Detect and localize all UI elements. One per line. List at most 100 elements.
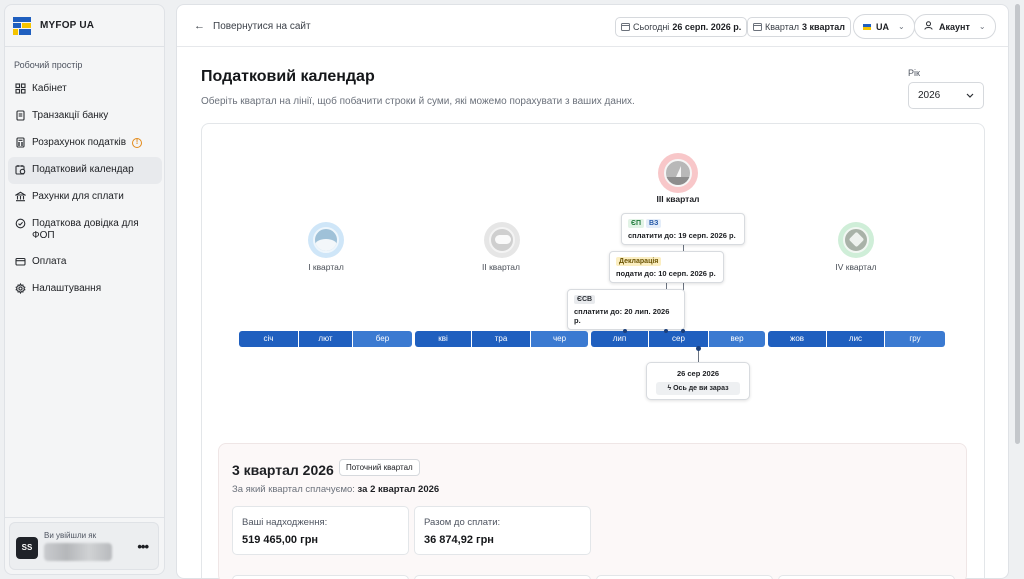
winter-icon	[313, 227, 339, 253]
quarter-3-marker[interactable]	[658, 153, 698, 193]
calendar-icon	[621, 22, 630, 33]
quarter-2-marker[interactable]	[484, 222, 520, 258]
month-may: тра	[472, 331, 530, 347]
autumn-leaf-icon	[843, 227, 869, 253]
income-card: Ваші надходження: 519 465,00 грн	[232, 506, 409, 555]
today-chip: Сьогодні 26 серп. 2026 р.	[615, 17, 748, 37]
calendar-clock-icon	[15, 164, 26, 175]
deadline-dot	[623, 329, 627, 333]
total-due-card: Разом до сплати: 36 874,92 грн	[414, 506, 591, 555]
sidebar-item-settings[interactable]: Налаштування	[8, 276, 162, 303]
sidebar-item-tax-certificate[interactable]: Податкова довідка для ФОП	[8, 211, 162, 249]
month-apr: кві	[415, 331, 471, 347]
deadline-dot	[681, 329, 685, 333]
brand-logo-icon	[13, 16, 31, 35]
sidebar-item-label: Рахунки для сплати	[32, 191, 124, 202]
month-dec: гру	[885, 331, 945, 347]
logged-in-label: Ви увійшли як	[44, 531, 97, 540]
quarter-4-months[interactable]: жов лис гру	[768, 331, 945, 347]
sidebar-item-payment[interactable]: Оплата	[8, 249, 162, 276]
sidebar-item-label: Транзакції банку	[32, 110, 109, 121]
brand[interactable]: MYFOP UA	[5, 5, 164, 47]
current-quarter-badge: Поточний квартал	[339, 459, 420, 476]
sidebar-item-tax-calendar[interactable]: Податковий календар	[8, 157, 162, 184]
paying-for-label: За який квартал сплачуємо:	[232, 484, 355, 495]
quarter-2-months[interactable]: кві тра чер	[415, 331, 588, 347]
sidebar-item-cabinet[interactable]: Кабінет	[8, 76, 162, 103]
quarter-summary: 3 квартал 2026 Поточний квартал За який …	[218, 443, 967, 579]
deadline-dot	[664, 329, 668, 333]
sidebar-item-label: Налаштування	[32, 283, 102, 294]
page-subtitle: Оберіть квартал на лінії, щоб побачити с…	[201, 96, 635, 107]
summer-sailboat-icon	[664, 159, 692, 187]
quarter-1-marker[interactable]	[308, 222, 344, 258]
today-marker-card: 26 сер 2026 ϟ Ось де ви зараз	[646, 362, 750, 400]
user-name-redacted	[44, 543, 112, 561]
quarter-4-marker[interactable]	[838, 222, 874, 258]
tag-esv: ЄСВ	[574, 295, 596, 304]
summary-card-placeholder	[414, 575, 591, 579]
warning-icon: !	[132, 138, 143, 148]
you-are-here-label: Ось де ви зараз	[673, 385, 729, 392]
quarter-chip: Квартал 3 квартал	[747, 17, 851, 37]
account-menu[interactable]: Акаунт ⌄	[914, 14, 996, 39]
workspace-label: Робочий простір	[14, 60, 83, 70]
deadline-text: сплатити до: 20 лип. 2026 р.	[574, 307, 670, 325]
chevron-down-icon: ⌄	[978, 22, 986, 31]
year-value: 2026	[918, 90, 941, 101]
sidebar-item-payment-accounts[interactable]: Рахунки для сплати	[8, 184, 162, 211]
month-sep: вер	[709, 331, 765, 347]
user-card[interactable]: SS Ви увійшли як •••	[9, 522, 159, 570]
today-label: Сьогодні	[633, 22, 670, 32]
lightning-icon: ϟ	[667, 385, 672, 392]
sidebar-item-label: Кабінет	[32, 83, 67, 94]
sidebar: MYFOP UA Робочий простір Кабінет Транзак…	[4, 4, 165, 575]
summary-title: 3 квартал 2026	[232, 462, 334, 478]
document-icon	[15, 110, 26, 121]
topbar: ← Повернутися на сайт Сьогодні 26 серп. …	[177, 5, 1008, 47]
check-circle-icon	[15, 218, 26, 229]
back-label: Повернутися на сайт	[213, 20, 311, 32]
total-due-value: 36 874,92 грн	[424, 534, 494, 546]
month-jun: чер	[531, 331, 588, 347]
quarter-2-label: II квартал	[482, 262, 520, 272]
avatar: SS	[16, 537, 38, 559]
sidebar-item-label: Податкова довідка для ФОП	[32, 218, 139, 241]
more-options-button[interactable]: •••	[137, 539, 149, 554]
month-jan: січ	[239, 331, 298, 347]
summary-card-placeholder	[232, 575, 409, 579]
month-aug: сер	[649, 331, 708, 347]
income-value: 519 465,00 грн	[242, 534, 319, 546]
arrow-left-icon: ←	[194, 20, 205, 32]
sidebar-item-label: Розрахунок податків	[32, 137, 127, 148]
page-scrollbar[interactable]	[1015, 4, 1020, 444]
deadline-card-ep-vz[interactable]: ЄП ВЗ сплатити до: 19 серп. 2026 р.	[621, 213, 745, 245]
quarter-1-label: I квартал	[308, 262, 344, 272]
income-label: Ваші надходження:	[242, 517, 328, 528]
summary-card-placeholder	[778, 575, 955, 579]
quarter-1-months[interactable]: січ лют бер	[239, 331, 412, 347]
sidebar-item-bank-transactions[interactable]: Транзакції банку	[8, 103, 162, 130]
account-label: Акаунт	[939, 21, 970, 32]
month-nov: лис	[827, 331, 884, 347]
year-label: Рік	[908, 68, 920, 78]
back-to-site-link[interactable]: ← Повернутися на сайт	[194, 20, 311, 32]
you-are-here-badge: ϟ Ось де ви зараз	[656, 382, 740, 395]
deadline-card-declaration[interactable]: Декларація подати до: 10 серп. 2026 р.	[609, 251, 724, 283]
language-value: UA	[876, 21, 889, 32]
month-oct: жов	[768, 331, 826, 347]
quarter-4-label: IV квартал	[835, 262, 877, 272]
deadline-text: подати до: 10 серп. 2026 р.	[616, 269, 716, 278]
year-select[interactable]: 2026	[908, 82, 984, 109]
chevron-down-icon	[966, 90, 974, 101]
sidebar-item-tax-calculation[interactable]: Розрахунок податків !	[8, 130, 162, 157]
card-icon	[15, 256, 26, 267]
sidebar-item-label: Оплата	[32, 256, 67, 267]
month-jul: лип	[591, 331, 648, 347]
sidebar-item-label: Податковий календар	[32, 164, 134, 175]
user-icon	[924, 21, 933, 32]
deadline-card-esv[interactable]: ЄСВ сплатити до: 20 лип. 2026 р.	[567, 289, 685, 330]
language-selector[interactable]: UA ⌄	[853, 14, 915, 39]
divider	[5, 517, 164, 518]
quarter-3-months[interactable]: лип сер вер	[591, 331, 765, 347]
